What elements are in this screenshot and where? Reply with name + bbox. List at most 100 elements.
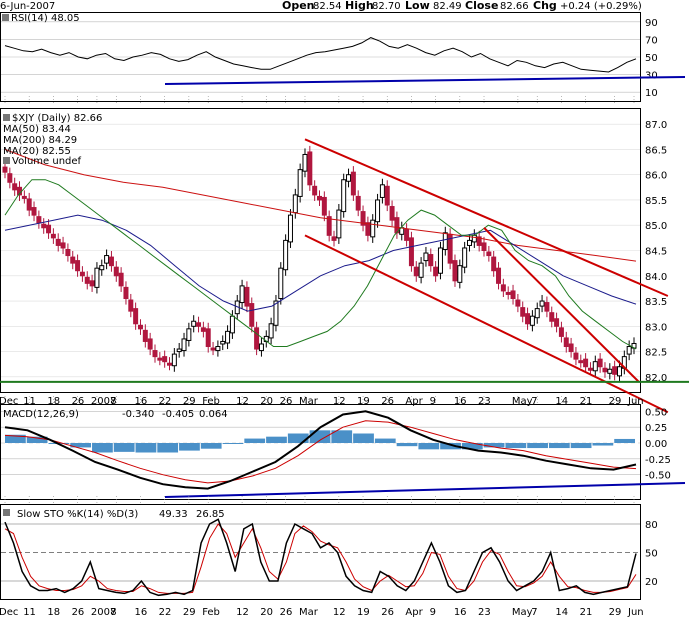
trendline [304,138,669,297]
candle-down [558,327,564,337]
candle-down [46,224,52,234]
candle-down [210,347,216,351]
price-tick-label: 84.5 [645,247,667,258]
candle-down [563,337,569,348]
candle-down [108,256,114,267]
candle-down [55,238,61,246]
rsi-label: RSI(14) 48.05 [11,13,80,24]
candle-down [413,266,419,277]
sto-d-value: 26.85 [196,509,225,520]
candle-up [181,338,187,352]
volume-legend-swatch [3,157,10,164]
x-tick-label: 12 [236,396,249,407]
sto-k-value: 49.33 [159,509,188,520]
candle-down [128,299,134,312]
x-tick-label: 21 [580,396,593,407]
candle-up [466,239,472,246]
sto-tick-label: 20 [645,577,658,588]
x-tick-label: 16 [454,396,467,407]
candle-down [133,308,139,325]
high-label: High [345,0,374,12]
x-tick-label: 9 [430,396,436,407]
candle-down [123,286,129,300]
candle-up [437,247,443,274]
macd-histogram-bar [527,443,548,449]
candle-up [529,315,535,326]
candle-down [510,290,516,300]
candle-down [26,198,32,211]
x-tick-label-bottom: 29 [183,607,196,618]
candle-down [31,207,37,216]
open-value: 82.54 [313,1,342,12]
x-tick-label-bottom: 20 [260,607,273,618]
price-tick-label: 86.0 [645,171,667,182]
price-tick-label: 84.0 [645,272,667,283]
x-tick-label-bottom: Dec [0,607,18,618]
candle-down [500,284,506,292]
x-tick-label: Feb [202,396,220,407]
candle-down [244,286,250,307]
candle-down [2,166,8,173]
candle-down [162,356,168,363]
candle-down [118,272,124,287]
x-tick-label: 23 [478,396,491,407]
sto-label-group: Slow STO %K(14) %D(3) 49.33 26.85 [3,509,225,520]
candle-down [70,256,76,264]
x-tick-label: Dec [0,396,18,407]
rsi-support-line [164,76,686,85]
candle-down [520,307,526,317]
candle-up [297,169,303,197]
x-tick-label-bottom: 22 [159,607,172,618]
candle-down [486,251,492,257]
macd-tick-label: 0.50 [645,407,667,418]
rsi-tick-label: 50 [645,53,658,64]
x-tick-label-bottom: 14 [555,607,568,618]
x-tick-label-bottom: 7 [531,607,537,618]
sto-tick-label: 50 [645,549,658,560]
macd-tick-label: -0.25 [645,455,671,466]
stock-chart: 6-Jun-2007 Open 82.54 High 82.70 Low 82.… [0,0,689,618]
candle-down [389,206,395,221]
candle-down [384,185,390,206]
candle-down [157,357,163,361]
candle-down [113,266,119,277]
candle-down [65,248,71,257]
macd-histogram-bar [374,438,396,443]
candle-down [12,183,18,191]
candle-down [142,329,148,342]
candle-up [346,174,352,182]
macd-histogram-bar [135,443,157,453]
legend-volume: Volume undef [12,156,82,167]
macd-histogram-bar [244,438,266,443]
x-tick-label-bottom: 8 [110,607,116,618]
price-tick-label: 85.5 [645,196,667,207]
x-tick-label: 29 [183,396,196,407]
close-value: 82.66 [500,1,529,12]
x-tick-label: May [512,396,533,407]
x-tick-label-bottom: 11 [23,607,36,618]
macd-histogram-bar [570,443,592,449]
x-tick-label-bottom: 12 [236,607,249,618]
macd-histogram-bar [113,443,135,452]
x-tick-label: 19 [357,396,370,407]
legend-ma50: MA(50) 83.44 [3,124,71,135]
candle-up [287,214,293,243]
macd-histogram-bar [287,433,309,443]
x-tick-label-bottom: 26 [381,607,394,618]
x-tick-label: Jun [627,396,644,407]
price-legend-swatch [3,114,10,121]
candle-up [592,361,598,372]
price-tick-label: 83.5 [645,297,667,308]
candle-down [491,256,497,272]
candle-down [84,276,90,284]
x-tick-label-bottom: 23 [478,607,491,618]
candle-up [171,353,177,367]
ma50-line [4,214,637,312]
rsi-layer: 10 30 50 70 90 [1,18,686,99]
x-axis-layer: DecDec1111181826262007200788161622222929… [0,96,644,618]
x-tick-label: 22 [159,396,172,407]
candle-up [225,330,231,344]
candle-up [191,320,197,327]
candle-up [457,265,463,283]
rsi-tick-label: 30 [645,71,658,82]
